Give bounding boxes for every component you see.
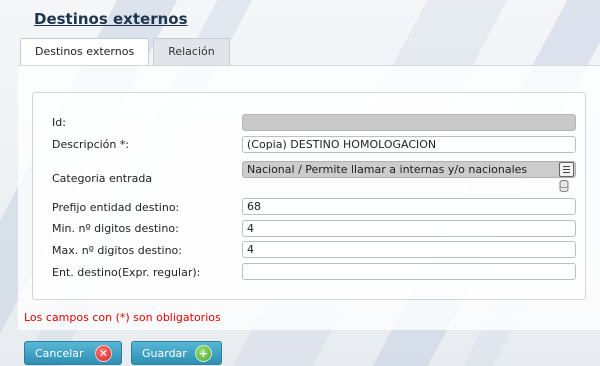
list-icon[interactable] <box>559 162 574 177</box>
cancel-button-label: Cancelar <box>35 346 84 360</box>
descripcion-label: Descripción *: <box>52 138 130 151</box>
min-digitos-field[interactable] <box>242 220 576 237</box>
tab-destinos-externos[interactable]: Destinos externos <box>20 38 150 66</box>
ent-destino-label: Ent. destino(Expr. regular): <box>52 266 201 279</box>
tab-relacion[interactable]: Relación <box>153 38 230 65</box>
page-title: Destinos externos <box>34 10 188 28</box>
cancel-button[interactable]: Cancelar ✕ <box>24 341 122 365</box>
categoria-field[interactable]: Nacional / Permite llamar a internas y/o… <box>242 161 576 178</box>
max-digitos-field[interactable] <box>242 241 576 258</box>
database-icon[interactable] <box>559 180 569 192</box>
cancel-x-icon: ✕ <box>95 345 112 362</box>
plus-icon: + <box>195 345 212 362</box>
min-digitos-label: Min. nº digitos destino: <box>52 222 179 235</box>
id-field <box>242 114 576 131</box>
max-digitos-label: Max. nº digitos destino: <box>52 244 182 257</box>
id-label: Id: <box>52 116 66 129</box>
content: Destinos externos Destinos externos Rela… <box>0 0 600 366</box>
prefijo-label: Prefijo entidad destino: <box>52 201 180 214</box>
descripcion-field[interactable] <box>242 136 576 153</box>
categoria-label: Categoria entrada <box>52 172 153 185</box>
tab-bar: Destinos externos Relación <box>20 38 234 66</box>
prefijo-field[interactable] <box>242 198 576 215</box>
ent-destino-field[interactable] <box>242 263 576 280</box>
save-button[interactable]: Guardar + <box>131 341 222 365</box>
required-note: Los campos con (*) son obligatorios <box>24 311 221 324</box>
save-button-label: Guardar <box>142 346 187 360</box>
